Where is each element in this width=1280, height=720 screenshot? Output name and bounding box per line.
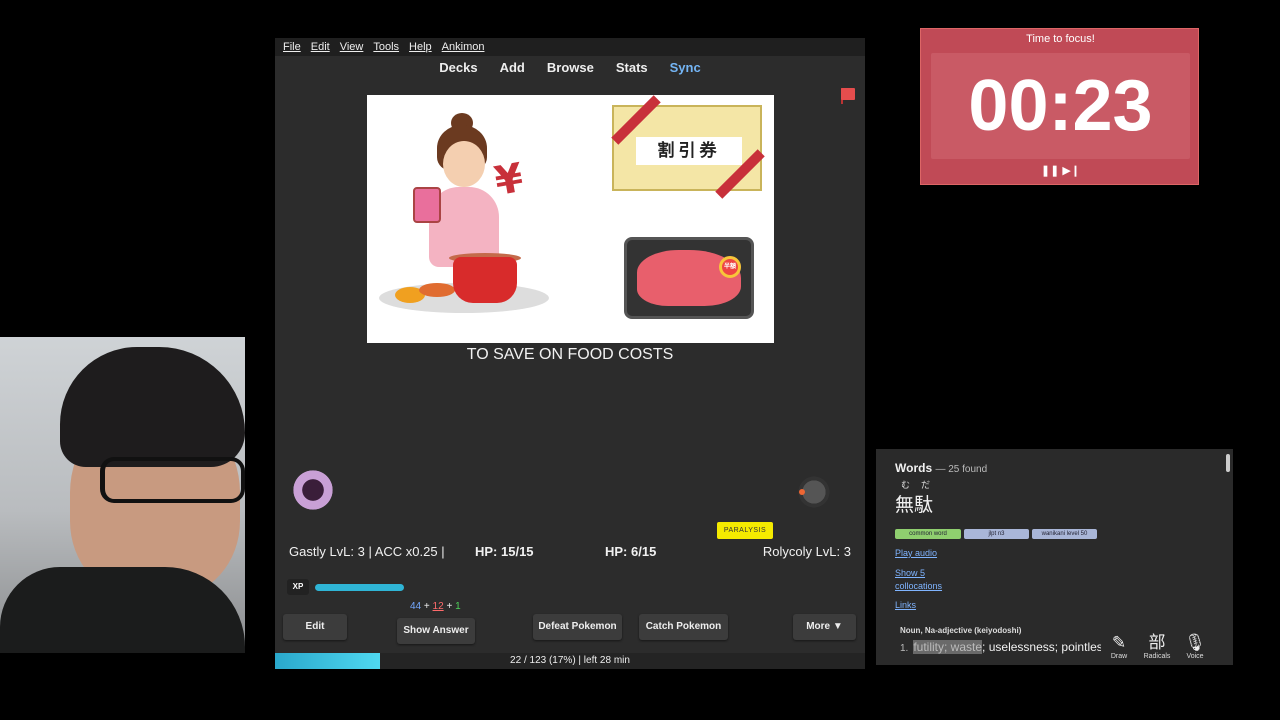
- timer-time: 00:23: [968, 66, 1153, 146]
- discount-sticker: 半額: [719, 256, 741, 278]
- tag-common-word: common word: [895, 529, 961, 539]
- definition-rest: ; uselessness; pointless: [982, 640, 1109, 654]
- dictionary-word: 無駄: [895, 494, 934, 516]
- gastly-sprite: [287, 466, 339, 514]
- tag-jlpt: jlpt n3: [964, 529, 1029, 539]
- voice-button[interactable]: 🎙 Voice: [1181, 633, 1209, 660]
- timer-title: Time to focus!: [1026, 33, 1095, 45]
- desktop: File Edit View Tools Help Ankimon Decks …: [0, 0, 1280, 720]
- menu-bar: File Edit View Tools Help Ankimon: [275, 38, 865, 56]
- dictionary-panel: Words — 25 found むだ 無駄 common word jlpt …: [876, 449, 1233, 665]
- scrollbar[interactable]: [1226, 454, 1230, 472]
- part-of-speech: Noun, Na-adjective (keiyodoshi): [900, 626, 1022, 635]
- dictionary-heading: Words — 25 found: [895, 461, 987, 475]
- definition: 1. futility; waste; uselessness; pointles…: [900, 640, 1109, 654]
- pencil-icon: ✎: [1111, 633, 1127, 652]
- menu-file[interactable]: File: [283, 41, 301, 53]
- status-badge: PARALYSIS: [717, 522, 773, 539]
- count-separator: +: [423, 601, 430, 612]
- show-collocations-link[interactable]: Show 5 collocations: [895, 567, 955, 593]
- webcam-hair: [60, 347, 245, 467]
- enemy-hp: HP: 6/15: [605, 544, 657, 559]
- words-heading: Words: [895, 461, 933, 475]
- voice-label: Voice: [1186, 653, 1204, 660]
- catch-pokemon-button[interactable]: Catch Pokemon: [639, 614, 728, 640]
- vegetable: [419, 283, 455, 297]
- defeat-pokemon-button[interactable]: Defeat Pokemon: [533, 614, 622, 640]
- webcam-feed: [0, 337, 245, 653]
- review-counts: 44 + 12 + 1: [410, 601, 461, 612]
- rolycoly-eye: [799, 489, 805, 495]
- review-count: 1: [455, 601, 461, 612]
- toolbar-stats[interactable]: Stats: [616, 60, 648, 75]
- coupon-image: 割引券: [611, 95, 765, 199]
- toolbar-browse[interactable]: Browse: [547, 60, 594, 75]
- menu-help[interactable]: Help: [409, 41, 432, 53]
- card-illustration: 割引券 半額 ¥: [367, 95, 774, 343]
- woman-face: [443, 141, 485, 187]
- player-hp: HP: 15/15: [475, 544, 534, 559]
- rolycoly-sprite: [795, 475, 833, 509]
- learning-count: 12: [432, 601, 444, 612]
- focus-timer: Time to focus! 00:23 ❚❚ ▶❙: [920, 28, 1199, 185]
- flag-icon[interactable]: [841, 88, 855, 100]
- player-stats: Gastly LvL: 3 | ACC x0.25 |: [289, 544, 445, 559]
- radicals-button[interactable]: 部 Radicals: [1143, 633, 1171, 660]
- definition-highlight: futility; waste: [913, 640, 983, 654]
- count-separator: +: [446, 601, 453, 612]
- anki-window: File Edit View Tools Help Ankimon Decks …: [275, 38, 865, 669]
- xp-label: XP: [287, 579, 309, 595]
- webcam-glasses: [100, 457, 245, 503]
- draw-button[interactable]: ✎ Draw: [1105, 633, 1133, 660]
- calculator-image: [413, 187, 441, 223]
- microphone-icon: 🎙: [1184, 633, 1206, 652]
- show-answer-button[interactable]: Show Answer: [397, 618, 475, 644]
- toolbar-add[interactable]: Add: [500, 60, 525, 75]
- edit-button[interactable]: Edit: [283, 614, 347, 640]
- menu-ankimon[interactable]: Ankimon: [442, 41, 485, 53]
- top-toolbar: Decks Add Browse Stats Sync: [275, 56, 865, 78]
- meat-tray-image: 半額: [624, 237, 754, 319]
- xp-bar: [315, 584, 404, 591]
- radicals-label: Radicals: [1143, 653, 1171, 660]
- menu-edit[interactable]: Edit: [311, 41, 330, 53]
- yen-icon: ¥: [491, 154, 527, 206]
- card-answer-text: TO SAVE ON FOOD COSTS: [466, 346, 674, 363]
- pause-skip-icon[interactable]: ❚❚ ▶❙: [921, 164, 1200, 177]
- links-link[interactable]: Links: [895, 600, 916, 610]
- dictionary-tools: ✎ Draw 部 Radicals 🎙 Voice: [1101, 631, 1213, 662]
- toolbar-decks[interactable]: Decks: [439, 60, 477, 75]
- found-count: — 25 found: [935, 464, 988, 475]
- more-button[interactable]: More ▼: [793, 614, 856, 640]
- toolbar-sync[interactable]: Sync: [670, 60, 701, 75]
- enemy-stats: Rolycoly LvL: 3: [762, 544, 851, 559]
- draw-label: Draw: [1110, 653, 1128, 660]
- webcam-shirt: [0, 567, 245, 653]
- play-audio-link[interactable]: Play audio: [895, 548, 937, 558]
- new-count: 44: [410, 601, 422, 612]
- radical-icon: 部: [1148, 633, 1166, 652]
- menu-view[interactable]: View: [340, 41, 364, 53]
- tag-wanikani: wanikani level 50: [1032, 529, 1097, 539]
- definition-number: 1.: [900, 643, 909, 654]
- timer-face: 00:23: [931, 53, 1190, 159]
- menu-tools[interactable]: Tools: [373, 41, 399, 53]
- pot-image: [453, 257, 517, 303]
- coupon-text: 割引券: [636, 137, 742, 165]
- progress-text: 22 / 123 (17%) | left 28 min: [510, 655, 630, 666]
